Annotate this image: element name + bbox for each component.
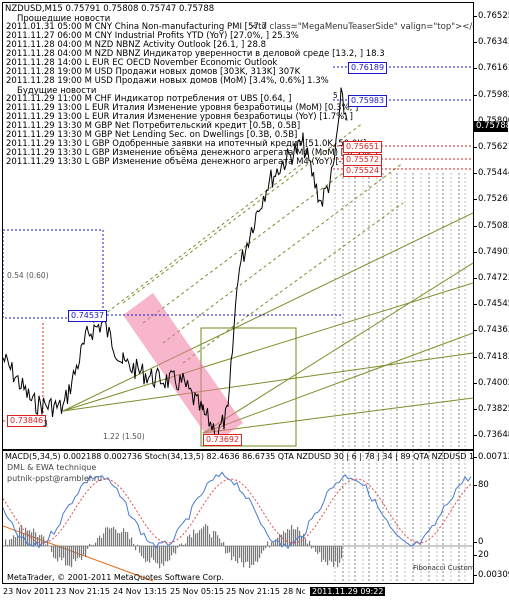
current-price-tag: 0.75788 <box>474 121 509 132</box>
fibonacci-tag: Fibonacci Custom Exp <box>413 564 474 572</box>
time-tick: 23 Nov 2011 <box>3 587 55 596</box>
price-tick: 0.73825 <box>473 404 509 414</box>
level-label: 0.74537 <box>68 310 108 322</box>
level-label: 0.75651 <box>343 141 383 153</box>
indicator-header: MACD(5,34,5) 0.002188 0.002736 Stoch(34,… <box>5 452 474 461</box>
news-line: 2011.11.29 13:30 L GBP Изменение объёма … <box>6 157 373 167</box>
copyright-label: MetaTrader, © 2001-2011 MetaQuotes Softw… <box>7 573 224 582</box>
indicator-chart[interactable]: MACD(5,34,5) 0.002188 0.002736 Stoch(34,… <box>2 450 474 584</box>
stoch-line <box>3 471 472 550</box>
level-label: 0.73846 <box>7 415 47 427</box>
indicator-tick: 20 <box>474 550 489 560</box>
price-chart[interactable]: NZDUSD,M15 0.75791 0.75808 0.75747 0.757… <box>2 2 474 450</box>
stoch-signal-line <box>3 478 472 544</box>
price-tick: 0.75444 <box>473 168 509 178</box>
indicator-tick: 80 <box>474 480 489 490</box>
indicator-scale[interactable]: 0.00712 80 0 20 0.00309 <box>473 450 509 582</box>
technique-label: DML & EWA technique <box>7 463 97 472</box>
price-tick: 0.75083 <box>473 221 509 231</box>
price-tick: 0.76161 <box>473 63 509 73</box>
level-label: 0.75983 <box>348 95 388 107</box>
fib-ratio-note: 0.54 (0.60) <box>7 271 49 280</box>
price-tick: 0.74723 <box>473 273 509 283</box>
price-tick: 0.76343 <box>473 37 509 47</box>
price-tick: 0.74183 <box>473 352 509 362</box>
price-tick: 0.74002 <box>473 378 509 388</box>
price-tick: 0.73648 <box>473 430 509 440</box>
time-tick: 23 Nov 21:15 <box>56 587 110 596</box>
price-scale[interactable]: 0.765250.763430.761610.759820.758000.756… <box>473 2 509 448</box>
indicator-tick: 0 <box>473 537 484 547</box>
price-tick: 0.75982 <box>473 90 509 100</box>
level-label: 0.75524 <box>343 165 383 177</box>
time-tick: 25 Nov 05:15 <box>170 587 224 596</box>
time-tick: 28 Nov 13:15 <box>283 587 305 596</box>
price-tick: 0.74903 <box>473 247 509 257</box>
author-email: putnik-ppst@rambler.ru <box>7 474 103 483</box>
chart-window: NZDUSD,M15 0.75791 0.75808 0.75747 0.757… <box>0 0 509 600</box>
price-tick: 0.76525 <box>473 11 509 21</box>
price-tick: 0.75261 <box>473 194 509 204</box>
wave-mark: 5 <box>333 91 338 100</box>
price-tick: 0.74363 <box>473 325 509 335</box>
news-line: 2011.11.28 19:00 M USD Продажи новых дом… <box>6 76 329 86</box>
level-label: 0.76189 <box>348 62 388 74</box>
time-tick: 25 Nov 21:15 <box>226 587 280 596</box>
time-tick: 24 Nov 13:15 <box>113 587 167 596</box>
fib-ratio-note: 1.22 (1.50) <box>103 432 145 441</box>
price-tick: 0.75621 <box>473 142 509 152</box>
symbol-header: NZDUSD,M15 0.75791 0.75808 0.75747 0.757… <box>5 4 215 14</box>
indicator-tick: 0.00712 <box>473 452 509 462</box>
price-tick: 0.74545 <box>473 299 509 309</box>
red-levels <box>3 145 473 442</box>
fibo-fan-lines <box>62 122 473 434</box>
html-fragment: <td class="MegaMenuTeaserSide" valign="t… <box>251 22 474 32</box>
wave-mark: 3 <box>43 419 48 428</box>
indicator-tick: 0.00309 <box>473 570 509 580</box>
current-time-tick: 2011.11.29 09:22 <box>310 587 386 596</box>
time-axis: 23 Nov 2011 23 Nov 21:15 24 Nov 13:15 25… <box>0 584 509 600</box>
level-label: 0.73692 <box>203 434 243 446</box>
